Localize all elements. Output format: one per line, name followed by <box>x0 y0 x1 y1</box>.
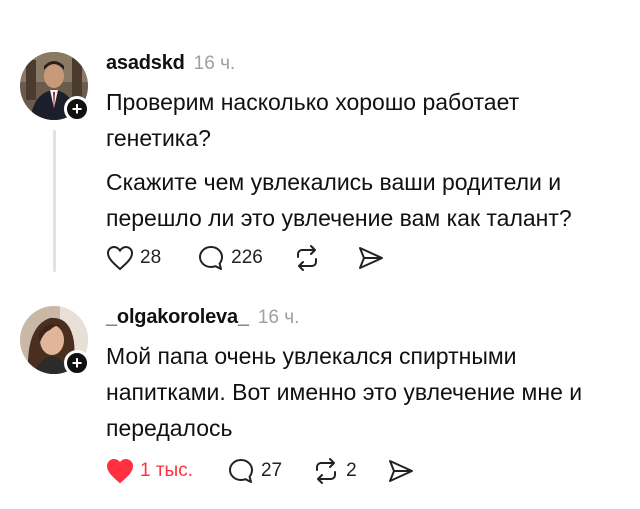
username[interactable]: _olgakoroleva_ <box>106 306 249 329</box>
repost-icon <box>296 245 317 271</box>
post-1-content: asadskd 16 ч. Проверим насколько хорошо … <box>106 52 624 236</box>
thread-line <box>53 130 56 272</box>
post-2-meta: _olgakoroleva_ 16 ч. <box>106 306 624 330</box>
reply-button[interactable]: 226 <box>197 244 263 272</box>
post-2-actions: 1 тыс. 27 2 <box>106 456 415 486</box>
post-text-paragraph: Проверим насколько хорошо работает генет… <box>106 89 520 151</box>
follow-plus-icon[interactable]: + <box>64 350 90 376</box>
post-1-avatar-wrap[interactable]: + <box>20 52 90 122</box>
post-2-avatar-wrap[interactable]: + <box>20 306 90 376</box>
send-icon <box>388 460 413 482</box>
follow-plus-icon[interactable]: + <box>64 96 90 122</box>
timestamp: 16 ч. <box>193 53 236 74</box>
post-text-paragraph: Скажите чем увлекались ваши родители и п… <box>106 169 572 231</box>
share-button[interactable] <box>387 458 415 484</box>
reply-button[interactable]: 27 <box>227 457 282 485</box>
timestamp: 16 ч. <box>257 307 300 328</box>
post-1-actions: 28 226 <box>106 243 385 273</box>
reply-count: 27 <box>260 460 283 481</box>
like-button[interactable]: 28 <box>106 245 161 271</box>
share-button[interactable] <box>357 245 385 271</box>
post-text-paragraph: Мой папа очень увлекался спиртными напит… <box>106 343 583 441</box>
reply-count: 226 <box>231 247 263 268</box>
post-2: + _olgakoroleva_ 16 ч. Мой папа очень ув… <box>0 290 640 509</box>
username[interactable]: asadskd <box>106 52 185 75</box>
comment-icon <box>199 246 224 270</box>
post-2-content: _olgakoroleva_ 16 ч. Мой папа очень увле… <box>106 306 624 446</box>
repost-count: 2 <box>346 460 357 481</box>
like-count: 28 <box>140 247 162 268</box>
send-icon <box>358 247 383 269</box>
post-1-meta: asadskd 16 ч. <box>106 52 624 76</box>
post-1: + asadskd 16 ч. Проверим насколько хорош… <box>0 0 640 290</box>
repost-button[interactable] <box>293 245 321 271</box>
heart-filled-icon <box>106 458 134 484</box>
like-button[interactable]: 1 тыс. <box>106 458 193 484</box>
repost-button[interactable]: 2 <box>312 458 357 484</box>
comment-icon <box>228 459 253 483</box>
heart-outline-icon <box>106 245 134 271</box>
like-count: 1 тыс. <box>140 460 193 481</box>
repost-icon <box>316 458 337 484</box>
